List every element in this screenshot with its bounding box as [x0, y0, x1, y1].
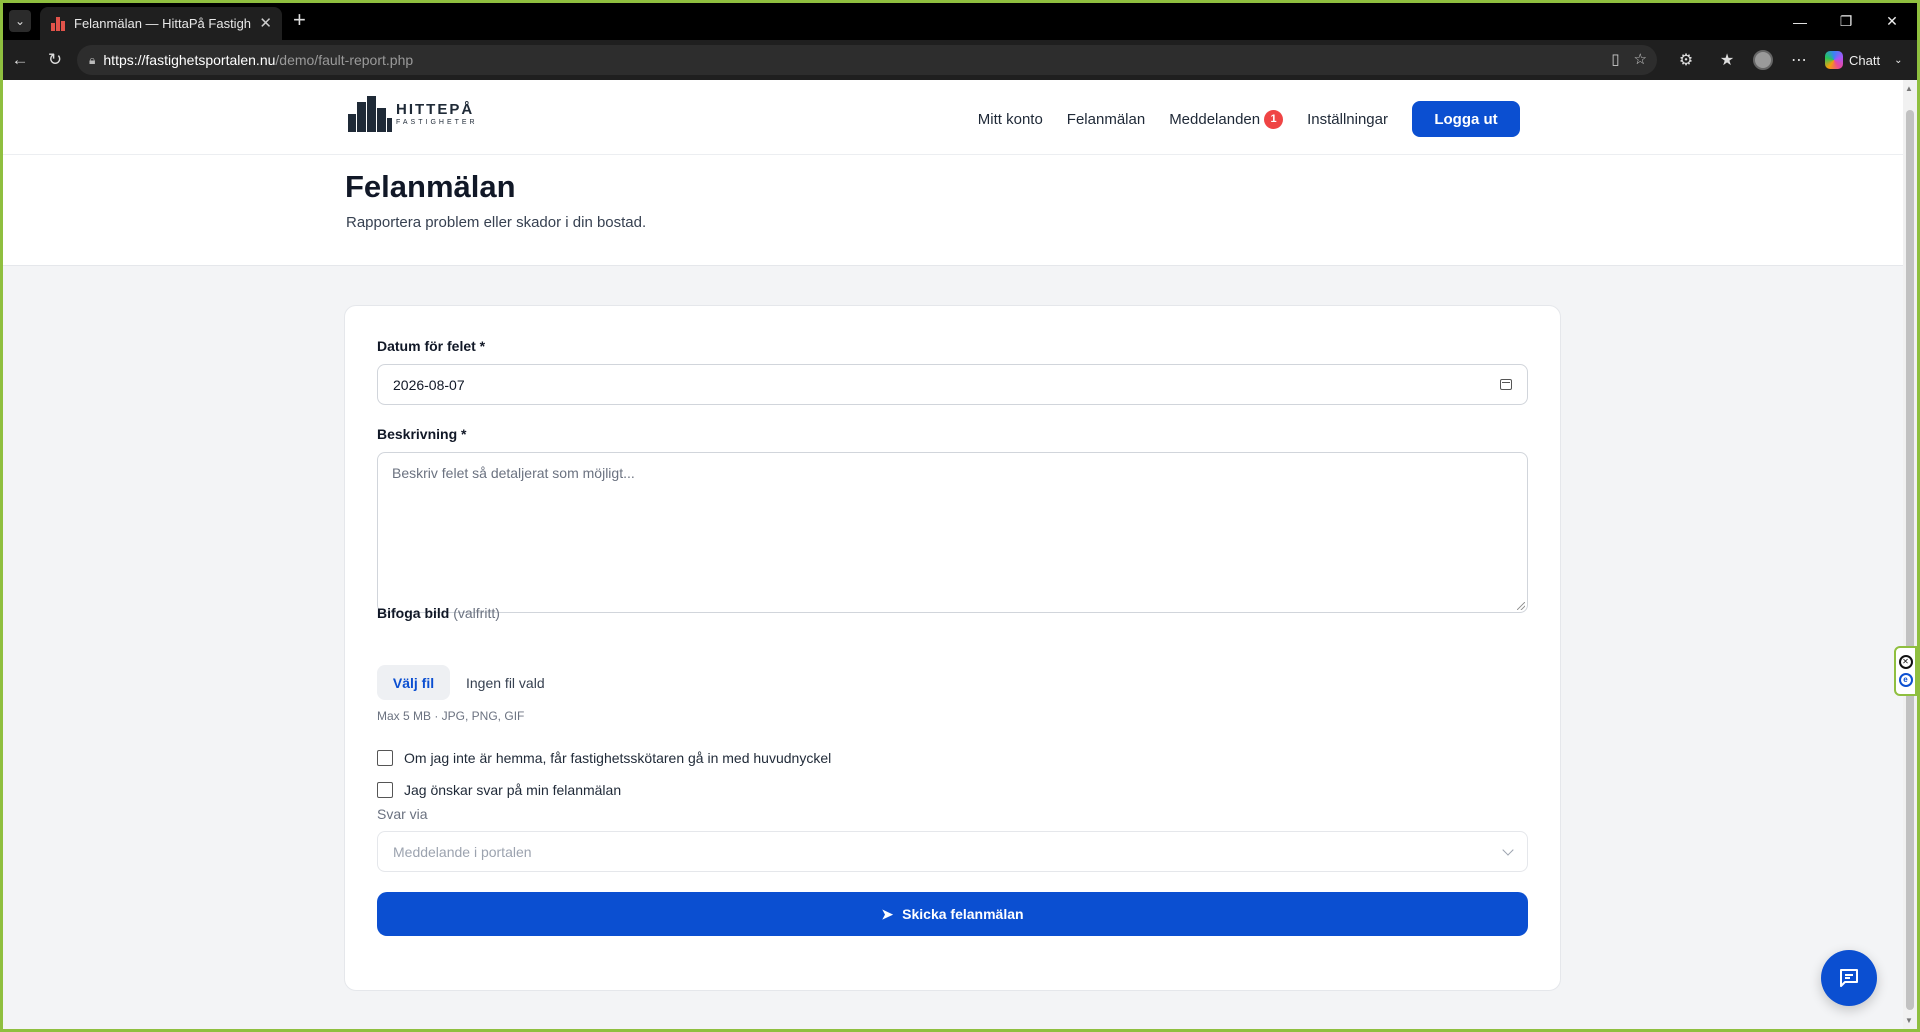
- page-title: Felanmälan: [345, 169, 516, 204]
- date-label: Datum för felet *: [377, 338, 486, 354]
- chevron-down-icon: ⌄: [14, 14, 26, 28]
- main-nav: Mitt konto Felanmälan Meddelanden 1 Instä…: [954, 101, 1520, 137]
- favorite-star-icon[interactable]: ☆: [1634, 50, 1647, 68]
- browser-toolbar: ← ↻ 🔒︎ https://fastighetsportalen.nu/dem…: [3, 40, 1917, 80]
- extensions-icon[interactable]: ⚙: [1675, 49, 1697, 71]
- send-icon: ➤: [881, 905, 894, 922]
- reply-label: Jag önskar svar på min felanmälan: [404, 782, 622, 798]
- scroll-down-icon[interactable]: ▼: [1905, 1016, 1913, 1025]
- reply-via-value: Meddelande i portalen: [393, 843, 532, 860]
- back-button[interactable]: ←: [9, 49, 31, 71]
- tab-title: Felanmälan — HittaPå Fastigheter: [74, 16, 252, 31]
- tab-list-button[interactable]: ⌄: [9, 10, 31, 32]
- fault-report-form: Datum för felet * 2026-08-07 Beskrivning…: [344, 305, 1561, 991]
- new-tab-button[interactable]: +: [293, 9, 306, 31]
- chevron-down-icon: ⌄: [1894, 54, 1903, 66]
- attach-label: Bifoga bild (valfritt): [377, 605, 500, 621]
- submit-label: Skicka felanmälan: [902, 906, 1024, 922]
- chat-button[interactable]: [1821, 950, 1877, 1006]
- close-window-button[interactable]: ✕: [1869, 3, 1915, 40]
- close-icon[interactable]: ✕: [259, 16, 272, 31]
- scroll-up-icon[interactable]: ▲: [1905, 84, 1913, 93]
- scroll-thumb[interactable]: [1906, 110, 1914, 1010]
- description-label: Beskrivning *: [377, 426, 467, 442]
- nav-felanmalan[interactable]: Felanmälan: [1067, 111, 1145, 128]
- address-bar[interactable]: 🔒︎ https://fastighetsportalen.nu/demo/fa…: [77, 45, 1657, 75]
- minimize-button[interactable]: —: [1777, 3, 1823, 40]
- tab-bar: ⌄ Felanmälan — HittaPå Fastigheter ✕ + —…: [3, 3, 1917, 40]
- reply-via-label: Svar via: [377, 806, 428, 822]
- choose-file-button[interactable]: Välj fil: [377, 665, 450, 700]
- calendar-icon[interactable]: [1500, 379, 1512, 390]
- reply-checkbox[interactable]: [377, 782, 393, 798]
- page-scrollbar[interactable]: ▲ ▼: [1903, 80, 1917, 1029]
- side-widget: ✕ e: [1894, 646, 1917, 696]
- unread-badge: 1: [1264, 109, 1284, 129]
- nav-meddelanden[interactable]: Meddelanden 1: [1169, 109, 1284, 129]
- file-picker: Välj fil Ingen fil vald: [377, 665, 545, 700]
- copilot-label: Chatt: [1849, 52, 1881, 68]
- reader-mode-icon[interactable]: ▯: [1611, 50, 1619, 68]
- copilot-icon: [1825, 51, 1843, 69]
- more-menu-icon[interactable]: ⋯: [1788, 49, 1810, 71]
- file-status: Ingen fil vald: [466, 674, 545, 691]
- page-heading: Felanmälan Rapportera problem eller skad…: [3, 155, 1903, 266]
- page-viewport: HITTEPÅ FASTIGHETER Mitt konto Felanmäla…: [3, 80, 1903, 1029]
- tab-active[interactable]: Felanmälan — HittaPå Fastigheter ✕: [40, 7, 282, 40]
- copilot-button[interactable]: Chatt ⌄: [1825, 49, 1902, 71]
- resize-handle[interactable]: [1517, 602, 1525, 610]
- close-widget-icon[interactable]: ✕: [1898, 655, 1913, 669]
- site-header: HITTEPÅ FASTIGHETER Mitt konto Felanmäla…: [3, 80, 1903, 155]
- building-logo-icon: [346, 96, 392, 132]
- optional-hint: (valfritt): [453, 605, 500, 621]
- logo-sub: FASTIGHETER: [396, 119, 478, 126]
- reply-via-select[interactable]: Meddelande i portalen: [377, 831, 1528, 872]
- master-key-option[interactable]: Om jag inte är hemma, får fastighetssköt…: [377, 750, 831, 766]
- logout-button[interactable]: Logga ut: [1412, 101, 1520, 137]
- date-value: 2026-08-07: [393, 376, 465, 393]
- url-text: https://fastighetsportalen.nu/demo/fault…: [103, 52, 414, 68]
- file-hint: Max 5 MB · JPG, PNG, GIF: [377, 709, 525, 723]
- chevron-down-icon: [1502, 843, 1514, 856]
- chat-icon: [1840, 969, 1858, 987]
- logo-name: HITTEPÅ: [396, 101, 475, 118]
- lock-icon: 🔒︎: [89, 52, 96, 67]
- widget-brand-icon[interactable]: e: [1898, 673, 1913, 687]
- master-key-label: Om jag inte är hemma, får fastighetssköt…: [404, 750, 832, 766]
- nav-installningar[interactable]: Inställningar: [1307, 111, 1388, 128]
- favorites-icon[interactable]: ★: [1716, 49, 1738, 71]
- site-logo[interactable]: HITTEPÅ FASTIGHETER: [346, 96, 478, 132]
- browser-window: ⌄ Felanmälan — HittaPå Fastigheter ✕ + —…: [3, 3, 1917, 1029]
- submit-button[interactable]: ➤ Skicka felanmälan: [377, 892, 1528, 936]
- profile-avatar[interactable]: [1753, 50, 1773, 70]
- maximize-button[interactable]: ❐: [1823, 3, 1869, 40]
- nav-mitt-konto[interactable]: Mitt konto: [978, 111, 1043, 128]
- favicon-icon: [50, 16, 66, 31]
- reload-button[interactable]: ↻: [44, 49, 66, 71]
- master-key-checkbox[interactable]: [377, 750, 393, 766]
- description-textarea[interactable]: [377, 452, 1528, 613]
- reply-option[interactable]: Jag önskar svar på min felanmälan: [377, 782, 621, 798]
- date-input[interactable]: 2026-08-07: [377, 364, 1528, 405]
- page-subtitle: Rapportera problem eller skador i din bo…: [346, 214, 647, 231]
